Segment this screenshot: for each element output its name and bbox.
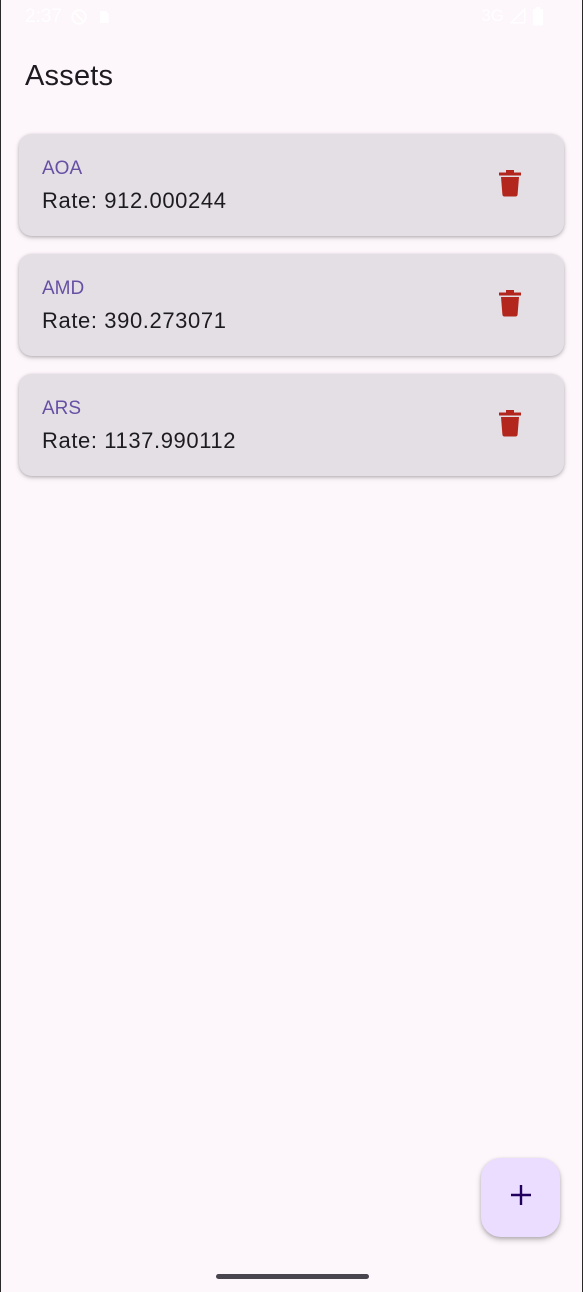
page-title: Assets (25, 60, 114, 92)
asset-rate: Rate: 912.000244 (42, 188, 227, 213)
network-type: 3G (481, 6, 504, 25)
asset-list: AOA Rate: 912.000244 AMD Rate: 390.27307… (19, 134, 564, 476)
asset-rate: Rate: 390.273071 (42, 308, 227, 333)
delete-button[interactable] (488, 404, 532, 448)
trash-icon (499, 290, 521, 322)
asset-card[interactable]: ARS Rate: 1137.990112 (19, 374, 564, 476)
do-not-disturb-icon (70, 8, 88, 26)
battery-icon (532, 6, 544, 26)
trash-icon (499, 170, 521, 202)
home-indicator[interactable] (216, 1274, 369, 1279)
status-bar: 2:37 3G (1, 0, 582, 36)
plus-icon (510, 1184, 532, 1211)
status-time: 2:37 (25, 6, 62, 27)
asset-card[interactable]: AMD Rate: 390.273071 (19, 254, 564, 356)
add-asset-button[interactable] (481, 1158, 560, 1237)
asset-rate: Rate: 1137.990112 (42, 428, 237, 453)
status-right-group: 3G (481, 6, 544, 26)
trash-icon (499, 410, 521, 442)
asset-code: AMD (42, 278, 85, 299)
sim-card-icon (96, 9, 112, 25)
delete-button[interactable] (488, 284, 532, 328)
status-left-group: 2:37 (25, 6, 112, 28)
asset-code: AOA (42, 158, 83, 179)
asset-code: ARS (42, 398, 82, 419)
delete-button[interactable] (488, 164, 532, 208)
asset-card[interactable]: AOA Rate: 912.000244 (19, 134, 564, 236)
signal-icon (510, 8, 526, 24)
